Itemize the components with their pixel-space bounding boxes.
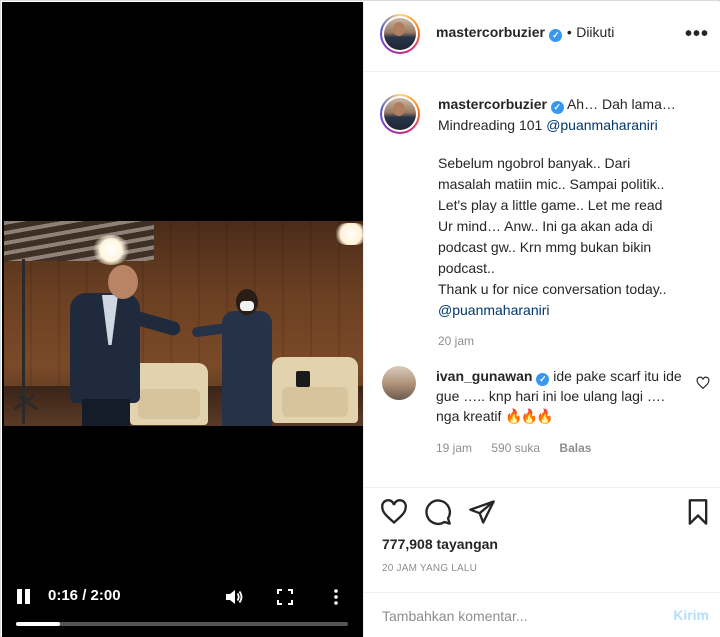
comment-heart-icon[interactable] — [696, 376, 710, 390]
reply-button[interactable]: Balas — [559, 441, 591, 455]
caption-body: Sebelum ngobrol banyak.. Dari masalah ma… — [438, 155, 667, 297]
studio-light-left — [92, 235, 130, 265]
avatar-image — [384, 18, 416, 50]
man-legs — [82, 399, 130, 426]
view-count[interactable]: 777,908 tayangan — [382, 536, 498, 552]
avatar-image — [384, 98, 416, 130]
handbag — [296, 371, 310, 387]
caption-username[interactable]: mastercorbuzier — [438, 96, 547, 112]
video-controls: 0:16 / 2:00 — [2, 580, 363, 626]
mention-link[interactable]: @puanmaharaniri — [438, 302, 550, 318]
follow-separator: • — [566, 24, 572, 40]
pause-bar — [25, 589, 30, 604]
video-progress-bar[interactable] — [16, 622, 348, 626]
armchair-left — [130, 363, 208, 425]
comment-text-block: ivan_gunawan ✓ ide pake scarf itu ide gu… — [436, 366, 682, 458]
caption-line1: Ah… Dah lama… — [566, 96, 676, 112]
post-header: mastercorbuzier ✓ • Diikuti ••• — [364, 2, 720, 72]
fullscreen-icon[interactable] — [276, 588, 294, 606]
following-button[interactable]: Diikuti — [576, 24, 614, 40]
post-sidebar: mastercorbuzier ✓ • Diikuti ••• masterco… — [363, 2, 720, 637]
commenter-username[interactable]: ivan_gunawan — [436, 368, 532, 384]
verified-badge-icon: ✓ — [549, 29, 563, 42]
post-comment-button[interactable]: Kirim — [673, 607, 709, 623]
author-username[interactable]: mastercorbuzier — [436, 24, 545, 40]
verified-badge-icon: ✓ — [536, 373, 550, 386]
verified-badge-icon: ✓ — [550, 101, 564, 114]
video-progress-fill — [16, 622, 61, 626]
caption-line2: Mindreading 101 — [438, 117, 547, 133]
video-frame[interactable] — [4, 221, 363, 426]
add-comment-bar: Kirim — [364, 592, 720, 637]
post-actions: 777,908 tayangan 20 JAM YANG LALU — [364, 487, 720, 587]
more-options-icon[interactable]: ••• — [685, 24, 709, 44]
more-vertical-icon[interactable] — [326, 587, 346, 607]
pause-bar — [17, 589, 22, 604]
man-head — [108, 265, 138, 299]
pause-button[interactable] — [16, 588, 32, 606]
comment-likes[interactable]: 590 suka — [491, 441, 540, 455]
save-bookmark-icon[interactable] — [684, 498, 712, 526]
studio-light-right — [335, 223, 363, 245]
post-date[interactable]: 20 JAM YANG LALU — [382, 563, 477, 574]
video-time: 0:16 / 2:00 — [48, 587, 121, 604]
caption-timestamp[interactable]: 20 jam — [438, 331, 708, 352]
video-player[interactable]: 0:16 / 2:00 — [2, 2, 363, 637]
like-heart-icon[interactable] — [380, 498, 408, 526]
instagram-post-modal: 0:16 / 2:00 mastercorbuzier ✓ • Diikuti … — [0, 0, 720, 637]
fire-emoji: 🔥🔥🔥 — [505, 408, 553, 424]
comment-meta: 19 jam 590 suka Balas — [436, 438, 682, 458]
header-user-line: mastercorbuzier ✓ • Diikuti — [436, 24, 614, 42]
armchair-right — [272, 357, 358, 423]
commenter-avatar[interactable] — [382, 366, 416, 400]
volume-icon[interactable] — [224, 587, 244, 607]
caption-text-block: mastercorbuzier ✓ Ah… Dah lama… Mindread… — [438, 94, 708, 352]
share-send-icon[interactable] — [468, 498, 496, 526]
ceiling-slats — [4, 221, 154, 261]
caption-avatar[interactable] — [380, 94, 420, 134]
mention-link[interactable]: @puanmaharaniri — [546, 117, 658, 133]
author-avatar[interactable] — [380, 14, 420, 54]
comment-time[interactable]: 19 jam — [436, 441, 472, 455]
comment-bubble-icon[interactable] — [424, 498, 452, 526]
face-mask — [240, 301, 254, 311]
comment-input[interactable] — [382, 605, 642, 627]
